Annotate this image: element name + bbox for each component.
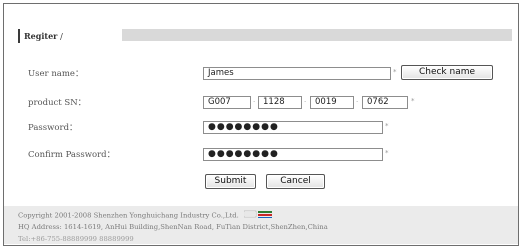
- cancel-button[interactable]: Cancel: [266, 174, 325, 189]
- sn-required-mark: *: [411, 97, 415, 105]
- page-title: Regiter /: [24, 29, 63, 44]
- username-required-mark: *: [393, 68, 397, 76]
- confirm-password-label: Confirm Password：: [28, 150, 116, 160]
- page-title-text: Regiter: [24, 31, 58, 41]
- password-input[interactable]: ●●●●●●●●: [203, 121, 383, 134]
- confirm-required-mark: *: [385, 149, 389, 157]
- sn-field-3[interactable]: 0019: [310, 96, 354, 109]
- register-header: Regiter /: [18, 29, 512, 43]
- title-slash: /: [60, 32, 63, 41]
- footer-copyright: Copyright 2001-2008 Shenzhen Yonghuichan…: [18, 210, 274, 221]
- sn-field-2[interactable]: 1128: [258, 96, 302, 109]
- sn-separator-3: .: [356, 96, 359, 104]
- password-label: Password：: [28, 123, 78, 133]
- page-footer: Copyright 2001-2008 Shenzhen Yonghuichan…: [4, 206, 518, 244]
- sn-separator-1: .: [253, 96, 256, 104]
- product-sn-label: product SN：: [28, 98, 87, 108]
- footer-address: HQ Address: 1614-1619, AnHui Building,Sh…: [18, 223, 328, 231]
- username-label: User name：: [28, 69, 84, 79]
- confirm-password-input[interactable]: ●●●●●●●●: [203, 148, 383, 161]
- check-name-button[interactable]: Check name: [401, 65, 493, 80]
- sn-field-4[interactable]: 0762: [362, 96, 408, 109]
- cnzz-logo: [243, 210, 274, 221]
- copyright-text: Copyright 2001-2008 Shenzhen Yonghuichan…: [18, 211, 239, 220]
- header-bar: [122, 29, 512, 41]
- footer-tel: Tel:+86-755-88889999 88889999: [18, 235, 134, 243]
- sn-field-1[interactable]: G007: [203, 96, 251, 109]
- header-accent: [18, 29, 20, 43]
- password-required-mark: *: [385, 122, 389, 130]
- submit-button[interactable]: Submit: [205, 174, 256, 189]
- sn-separator-2: .: [304, 96, 307, 104]
- username-input[interactable]: James: [203, 67, 391, 80]
